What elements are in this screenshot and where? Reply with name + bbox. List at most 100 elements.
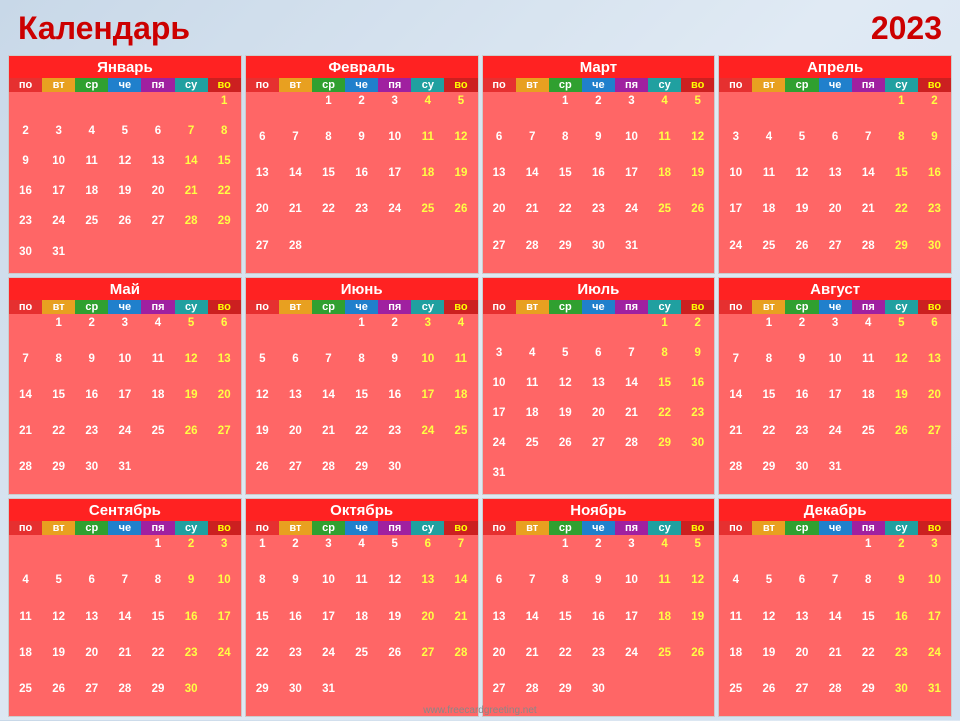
day-cell: 3	[378, 92, 411, 128]
day-header-su: во	[208, 521, 241, 535]
day-headers: повтсрчепясуво	[483, 300, 715, 314]
day-cell: 20	[279, 422, 312, 458]
month-title: Ноябрь	[483, 499, 715, 521]
day-cell: 9	[175, 571, 208, 607]
day-cell: 7	[312, 350, 345, 386]
day-cell: 18	[75, 182, 108, 212]
day-cell: 13	[75, 608, 108, 644]
day-cell: 22	[885, 200, 918, 236]
day-cell: 20	[208, 386, 241, 422]
day-header-mo: по	[246, 78, 279, 92]
day-header-th: че	[345, 521, 378, 535]
day-header-th: че	[108, 300, 141, 314]
day-cell: 2	[582, 92, 615, 128]
day-cell: 16	[885, 608, 918, 644]
day-cell: 24	[615, 644, 648, 680]
month-title: Октябрь	[246, 499, 478, 521]
day-cell: 26	[681, 644, 714, 680]
day-header-we: ср	[549, 78, 582, 92]
day-cell: 4	[752, 128, 785, 164]
day-cell: 29	[345, 458, 378, 494]
day-cell: 3	[208, 535, 241, 571]
day-cell: 31	[819, 458, 852, 494]
day-cell: 5	[785, 128, 818, 164]
day-cell: 6	[411, 535, 444, 571]
day-cell: 13	[483, 164, 516, 200]
day-header-sa: су	[885, 78, 918, 92]
day-header-we: ср	[312, 78, 345, 92]
day-cell: 16	[9, 182, 42, 212]
days-grid: 1234567891011121314151617181920212223242…	[9, 535, 241, 716]
day-cell: 18	[345, 608, 378, 644]
month-block: Июньповтсрчепясуво1234567891011121314151…	[245, 277, 479, 496]
day-cell: 5	[885, 314, 918, 350]
day-cell: 6	[819, 128, 852, 164]
day-cell: 30	[681, 434, 714, 464]
day-header-th: че	[819, 521, 852, 535]
day-header-th: че	[345, 78, 378, 92]
day-cell: 10	[208, 571, 241, 607]
month-block: Февральповтсрчепясуво1234567891011121314…	[245, 55, 479, 274]
day-cell: 23	[582, 200, 615, 236]
day-cell: 20	[141, 182, 174, 212]
day-cell: 21	[615, 404, 648, 434]
day-headers: повтсрчепясуво	[719, 521, 951, 535]
day-cell: 8	[141, 571, 174, 607]
day-cell: 25	[719, 680, 752, 716]
day-header-su: во	[444, 300, 477, 314]
day-cell: 18	[411, 164, 444, 200]
day-cell: 31	[312, 680, 345, 716]
day-header-tu: вт	[279, 78, 312, 92]
day-header-th: че	[345, 300, 378, 314]
day-cell: 12	[246, 386, 279, 422]
day-cell: 11	[141, 350, 174, 386]
day-cell: 29	[42, 458, 75, 494]
day-cell: 27	[411, 644, 444, 680]
month-block: Декабрьповтсрчепясуво1234567891011121314…	[718, 498, 952, 717]
day-cell: 6	[785, 571, 818, 607]
day-cell: 21	[9, 422, 42, 458]
day-cell: 22	[42, 422, 75, 458]
day-header-tu: вт	[516, 521, 549, 535]
day-header-su: во	[918, 521, 951, 535]
day-cell: 23	[582, 644, 615, 680]
month-block: Майповтсрчепясуво12345678910111213141516…	[8, 277, 242, 496]
day-cell: 2	[345, 92, 378, 128]
day-cell: 24	[312, 644, 345, 680]
day-cell: 19	[444, 164, 477, 200]
day-cell: 28	[444, 644, 477, 680]
day-cell: 3	[615, 535, 648, 571]
day-cell: 31	[483, 464, 516, 494]
month-block: Октябрьповтсрчепясуво1234567891011121314…	[245, 498, 479, 717]
day-empty	[42, 92, 75, 122]
day-cell: 31	[918, 680, 951, 716]
day-empty	[108, 92, 141, 122]
day-header-we: ср	[312, 300, 345, 314]
day-header-tu: вт	[516, 78, 549, 92]
day-header-tu: вт	[279, 521, 312, 535]
day-cell: 10	[378, 128, 411, 164]
day-header-mo: по	[9, 78, 42, 92]
day-cell: 17	[208, 608, 241, 644]
day-header-th: че	[819, 300, 852, 314]
day-cell: 8	[246, 571, 279, 607]
day-header-tu: вт	[279, 300, 312, 314]
day-cell: 20	[785, 644, 818, 680]
day-cell: 30	[582, 237, 615, 273]
day-cell: 19	[681, 608, 714, 644]
day-empty	[516, 92, 549, 128]
day-cell: 14	[9, 386, 42, 422]
month-title: Август	[719, 278, 951, 300]
day-cell: 12	[444, 128, 477, 164]
day-cell: 4	[345, 535, 378, 571]
day-cell: 6	[279, 350, 312, 386]
day-cell: 25	[9, 680, 42, 716]
day-cell: 12	[885, 350, 918, 386]
day-cell: 10	[615, 571, 648, 607]
day-header-fr: пя	[615, 521, 648, 535]
day-cell: 5	[42, 571, 75, 607]
day-cell: 15	[648, 374, 681, 404]
day-empty	[9, 535, 42, 571]
day-cell: 27	[75, 680, 108, 716]
day-cell: 3	[918, 535, 951, 571]
